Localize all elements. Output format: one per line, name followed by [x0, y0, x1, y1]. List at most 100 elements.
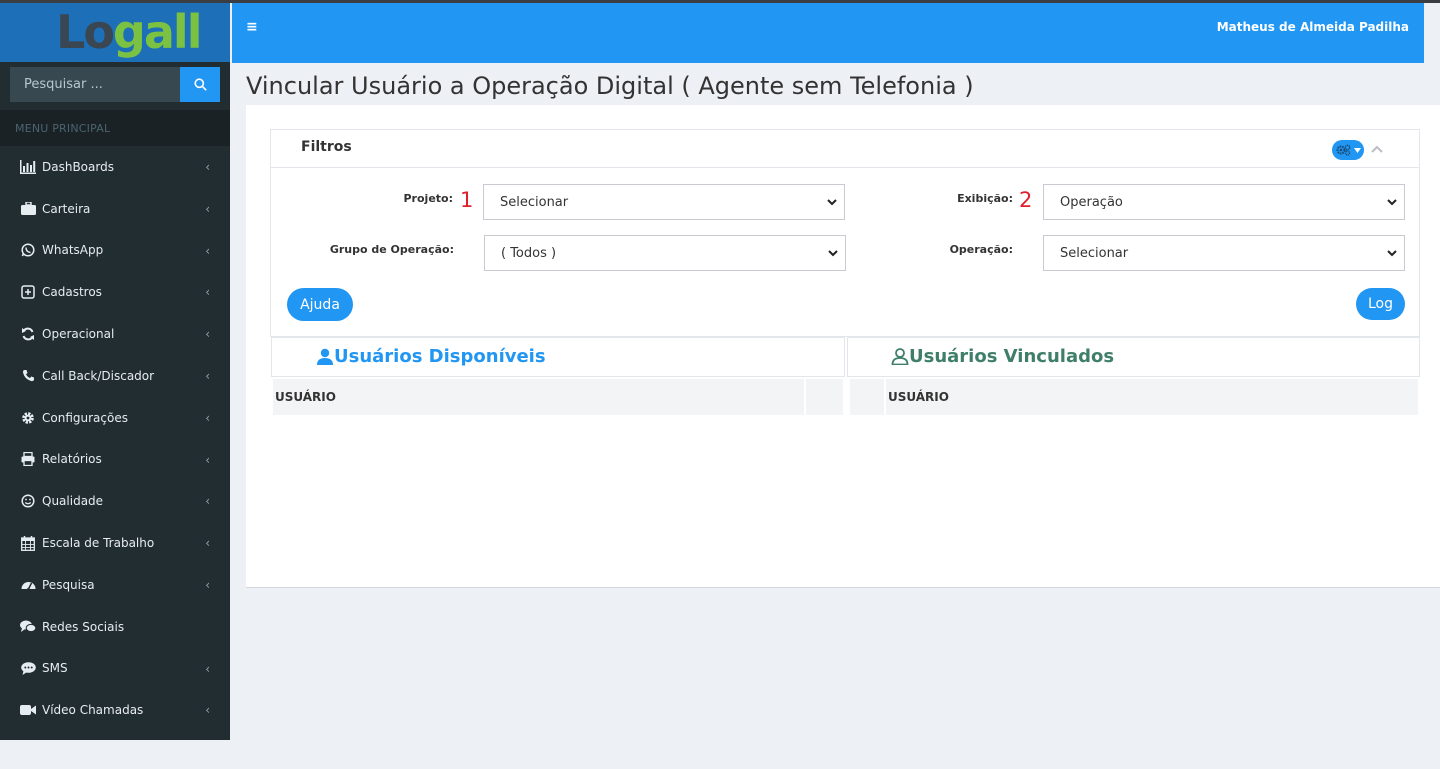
plus-square-icon — [20, 284, 36, 300]
top-navbar: ≡ Matheus de Almeida Padilha — [232, 3, 1424, 63]
sidebar-item-label: Relatórios — [42, 452, 102, 467]
grupo-operacao-select-value: ( Todos ) — [501, 245, 557, 261]
smile-icon — [20, 493, 36, 509]
settings-dropdown-button[interactable] — [1332, 140, 1364, 160]
logo-letter: a — [143, 5, 175, 59]
sidebar-item-label: Configurações — [42, 410, 128, 425]
refresh-icon — [20, 326, 36, 342]
comments-icon — [20, 619, 36, 635]
sidebar-item-label: Escala de Trabalho — [42, 536, 155, 551]
sidebar-item-label: Pesquisa — [42, 577, 95, 592]
sidebar-item-cadastros[interactable]: Cadastros ‹ — [0, 271, 230, 313]
user-linked-icon — [891, 348, 909, 365]
search-button[interactable] — [180, 67, 220, 102]
available-users-title: Usuários Disponíveis — [316, 346, 546, 367]
chevron-left-icon: ‹ — [205, 452, 210, 467]
logo-letter: g — [112, 5, 146, 59]
sidebar-item-label: WhatsApp — [42, 243, 104, 258]
logo-letter: l — [186, 5, 203, 59]
dashboard-gauge-icon — [20, 577, 36, 593]
operacao-select[interactable]: Selecionar — [1043, 235, 1405, 271]
sidebar-item-escala-de-trabalho[interactable]: Escala de Trabalho ‹ — [0, 522, 230, 564]
menu-header: MENU PRINCIPAL — [0, 110, 230, 146]
linked-users-title-text: Usuários Vinculados — [909, 346, 1115, 367]
collapse-chevron-up-icon[interactable] — [1371, 141, 1383, 157]
exibicao-select[interactable]: Operação — [1043, 184, 1405, 220]
column-usuario[interactable]: USUÁRIO — [888, 379, 949, 415]
chevron-left-icon: ‹ — [205, 285, 210, 300]
sidebar-item-label: SMS — [42, 661, 68, 676]
briefcase-icon — [20, 201, 36, 217]
filters-title: Filtros — [301, 139, 352, 155]
chevron-down-icon — [1387, 250, 1397, 257]
logo-text: Logall — [56, 5, 203, 59]
sidebar-item-qualidade[interactable]: Qualidade ‹ — [0, 480, 230, 522]
chevron-left-icon: ‹ — [205, 494, 210, 509]
sidebar-item-whatsapp[interactable]: WhatsApp ‹ — [0, 230, 230, 272]
sidebar-search — [10, 67, 220, 102]
grupo-operacao-label: Grupo de Operação: — [329, 243, 454, 256]
chevron-left-icon: ‹ — [205, 661, 210, 676]
sidebar-item-relatorios[interactable]: Relatórios ‹ — [0, 439, 230, 481]
sidebar-item-redes-sociais[interactable]: Redes Sociais — [0, 606, 230, 648]
chevron-left-icon: ‹ — [205, 703, 210, 718]
projeto-select[interactable]: Selecionar — [483, 184, 845, 220]
chevron-left-icon: ‹ — [205, 410, 210, 425]
logo[interactable]: Logall — [0, 3, 230, 62]
sidebar-item-label: Qualidade — [42, 494, 104, 509]
chevron-left-icon: ‹ — [205, 243, 210, 258]
annotation-marker-1: 1 — [460, 188, 474, 212]
sidebar-item-configuracoes[interactable]: Configurações ‹ — [0, 397, 230, 439]
sidebar-item-label: Vídeo Chamadas — [42, 703, 144, 718]
sidebar-item-label: Carteira — [42, 201, 91, 216]
chevron-left-icon: ‹ — [205, 536, 210, 551]
linked-users-table-header: USUÁRIO — [850, 379, 1418, 415]
logo-letter: l — [172, 5, 189, 59]
user-name[interactable]: Matheus de Almeida Padilha — [1217, 20, 1409, 34]
sidebar-item-operacional[interactable]: Operacional ‹ — [0, 313, 230, 355]
sidebar-item-dashboards[interactable]: DashBoards ‹ — [0, 146, 230, 188]
projeto-label: Projeto: — [403, 192, 454, 205]
sidebar-item-label: Operacional — [42, 327, 115, 342]
help-button[interactable]: Ajuda — [287, 288, 353, 321]
search-input[interactable] — [10, 67, 180, 102]
exibicao-label: Exibição: — [957, 192, 1013, 205]
chevron-down-icon — [827, 199, 837, 206]
sms-chat-icon — [20, 660, 36, 676]
available-users-title-text: Usuários Disponíveis — [334, 346, 546, 367]
bar-chart-icon — [20, 159, 36, 175]
sidebar-item-label: Cadastros — [42, 285, 102, 300]
sidebar-item-carteira[interactable]: Carteira ‹ — [0, 188, 230, 230]
hamburger-menu-icon[interactable]: ≡ — [246, 19, 258, 35]
gears-icon — [1336, 144, 1350, 156]
available-users-table-header: USUÁRIO — [273, 379, 843, 415]
chevron-down-icon — [1387, 199, 1397, 206]
sidebar-item-sms[interactable]: SMS ‹ — [0, 648, 230, 690]
sidebar-item-label: Call Back/Discador — [42, 368, 155, 383]
sidebar-item-call-back[interactable]: Call Back/Discador ‹ — [0, 355, 230, 397]
logo-letter: L — [56, 5, 85, 59]
annotation-marker-2: 2 — [1019, 188, 1033, 212]
grupo-operacao-select[interactable]: ( Todos ) — [484, 235, 846, 271]
exibicao-select-value: Operação — [1060, 194, 1123, 210]
caret-down-icon — [1353, 147, 1361, 153]
log-button[interactable]: Log — [1356, 288, 1405, 320]
linked-users-title: Usuários Vinculados — [891, 346, 1114, 367]
chevron-left-icon: ‹ — [205, 201, 210, 216]
calendar-icon — [20, 535, 36, 551]
printer-icon — [20, 451, 36, 467]
column-usuario[interactable]: USUÁRIO — [275, 379, 336, 415]
chevron-left-icon: ‹ — [205, 160, 210, 174]
filters-header: Filtros — [271, 130, 1419, 168]
chevron-down-icon — [828, 250, 838, 257]
operacao-label: Operação: — [949, 243, 1013, 256]
filters-panel: Filtros Projeto: 1 Selecionar Exibição: … — [270, 129, 1420, 337]
column-divider — [884, 379, 886, 415]
operacao-select-value: Selecionar — [1060, 245, 1129, 261]
video-camera-icon — [20, 702, 36, 718]
sidebar-item-pesquisa[interactable]: Pesquisa ‹ — [0, 564, 230, 606]
sidebar-item-video-chamadas[interactable]: Vídeo Chamadas ‹ — [0, 689, 230, 731]
available-users-panel: Usuários Disponíveis — [271, 337, 845, 377]
chevron-left-icon: ‹ — [205, 577, 210, 592]
gear-icon — [20, 410, 36, 426]
